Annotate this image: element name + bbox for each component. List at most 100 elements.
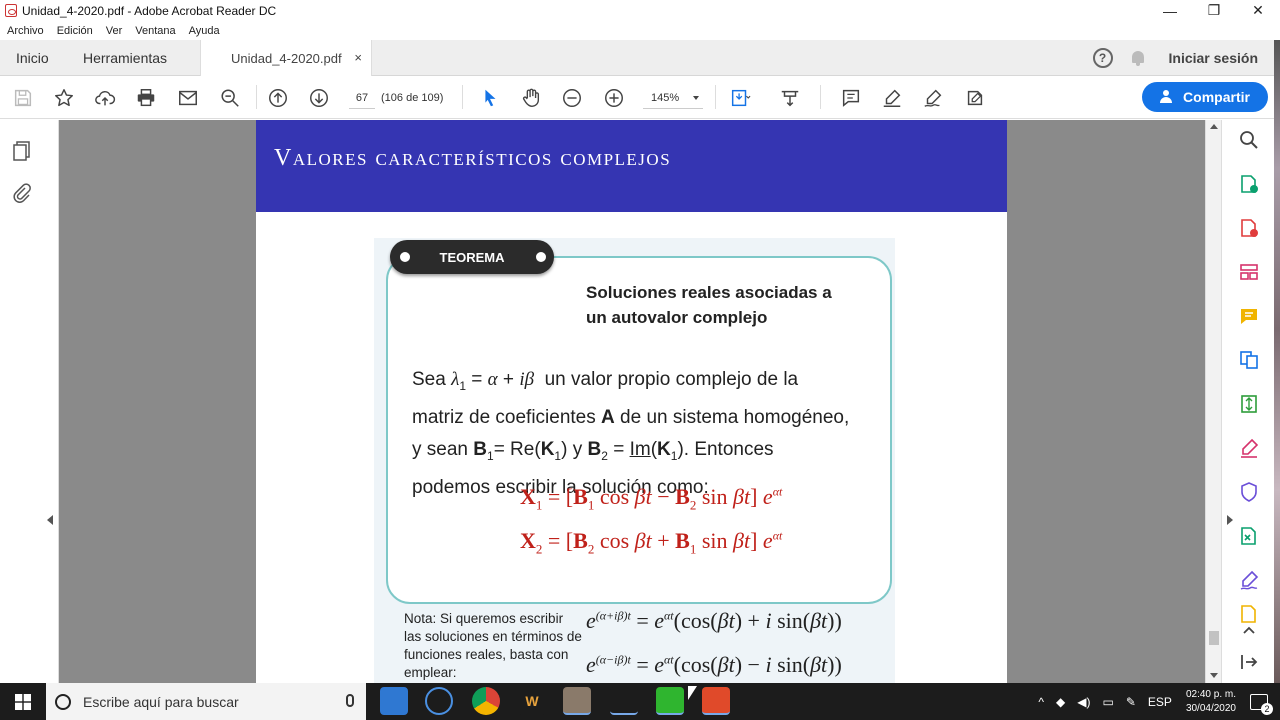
paint-app-icon[interactable]	[563, 687, 591, 715]
attachments-paperclip-icon[interactable]	[12, 182, 32, 204]
highlight-pen-icon[interactable]	[880, 86, 904, 110]
search-zoom-icon[interactable]	[218, 86, 242, 110]
microphone-icon[interactable]	[346, 694, 354, 707]
volume-icon[interactable]: ◀)	[1077, 695, 1090, 709]
create-pdf-icon[interactable]	[1239, 218, 1259, 238]
protect-shield-icon[interactable]	[1239, 482, 1259, 502]
print-icon[interactable]	[134, 86, 158, 110]
tab-document-label: Unidad_4-2020.pdf	[231, 50, 342, 66]
tab-tools[interactable]: Herramientas	[83, 40, 167, 76]
collapse-right-panel-icon[interactable]	[1227, 515, 1233, 525]
theorem-heading-line-1: Soluciones reales asociadas a	[586, 283, 832, 302]
help-icon[interactable]: ?	[1092, 48, 1113, 68]
right-tools-panel	[1221, 120, 1274, 683]
menu-archivo[interactable]: Archivo	[7, 25, 44, 37]
theorem-body: Sea λ1 = α + iβ un valor propio complejo…	[412, 364, 882, 504]
page-down-icon[interactable]	[307, 86, 331, 110]
tools-scroll-up-icon[interactable]	[1239, 620, 1259, 640]
fill-sign-tool-icon[interactable]	[1239, 438, 1259, 458]
organize-pages-icon[interactable]	[1239, 262, 1259, 282]
camtasia-green-icon[interactable]	[656, 687, 684, 715]
scroll-up-icon[interactable]	[1210, 124, 1218, 129]
maximize-button[interactable]: ❐	[1192, 0, 1236, 21]
chrome-app-icon[interactable]	[472, 687, 500, 715]
share-button[interactable]: Compartir	[1142, 82, 1268, 112]
close-button[interactable]: ✕	[1236, 0, 1280, 21]
scroll-mode-icon[interactable]	[778, 86, 802, 110]
page-up-icon[interactable]	[266, 86, 290, 110]
scroll-down-icon[interactable]	[1210, 673, 1218, 678]
theorem-heading: Soluciones reales asociadas a un autoval…	[586, 280, 886, 330]
fit-page-icon[interactable]	[728, 86, 752, 110]
add-person-icon	[1160, 90, 1176, 104]
menu-ventana[interactable]: Ventana	[135, 25, 175, 37]
mail-app-icon[interactable]	[380, 687, 408, 715]
zoom-in-icon[interactable]	[602, 86, 626, 110]
email-icon[interactable]	[176, 86, 200, 110]
slide-title: Valores característicos complejos	[274, 145, 672, 171]
pen-icon[interactable]: ✎	[1126, 695, 1136, 709]
upload-cloud-icon[interactable]	[93, 86, 117, 110]
tray-chevron-icon[interactable]: ^	[1038, 695, 1044, 709]
search-placeholder: Escribe aquí para buscar	[83, 693, 239, 710]
save-icon[interactable]	[11, 86, 35, 110]
mouse-cursor	[688, 686, 697, 700]
camtasia-red-icon[interactable]	[702, 687, 730, 715]
share-button-label: Compartir	[1183, 89, 1250, 105]
network-icon[interactable]: ▭	[1103, 695, 1114, 709]
export-to-excel-icon[interactable]	[1239, 526, 1259, 546]
acrobat-taskbar-icon[interactable]	[610, 687, 638, 715]
compress-pdf-icon[interactable]	[1239, 394, 1259, 414]
bookmark-star-icon[interactable]	[52, 86, 76, 110]
theorem-card: Soluciones reales asociadas a un autoval…	[374, 238, 895, 683]
vertical-scrollbar[interactable]	[1205, 120, 1221, 683]
menu-ayuda[interactable]: Ayuda	[189, 25, 220, 37]
tab-home[interactable]: Inicio	[16, 40, 49, 76]
language-indicator[interactable]: ESP	[1148, 695, 1172, 709]
settings-app-icon[interactable]	[425, 687, 453, 715]
windows-taskbar: Escribe aquí para buscar W ^ ◆ ◀) ▭ ✎ ES…	[0, 683, 1280, 720]
menu-bar: Archivo Edición Ver Ventana Ayuda	[0, 21, 1280, 40]
comment-tool-icon[interactable]	[1239, 306, 1259, 326]
tab-document[interactable]: Unidad_4-2020.pdf ×	[200, 40, 372, 76]
document-viewport[interactable]: Valores característicos complejos Soluci…	[59, 120, 1205, 683]
comment-icon[interactable]	[839, 86, 863, 110]
edit-pen-icon[interactable]	[1239, 570, 1259, 590]
theorem-line-2: matriz de coeficientes A de un sistema h…	[412, 407, 850, 429]
hand-tool-icon[interactable]	[519, 86, 543, 110]
windows-logo-icon	[15, 693, 31, 710]
search-tool-icon[interactable]	[1239, 130, 1259, 150]
signin-link[interactable]: Iniciar sesión	[1169, 50, 1258, 66]
notification-icon[interactable]: 2	[1250, 693, 1273, 715]
note-text: Nota: Si queremos escribir las solucione…	[404, 611, 582, 680]
select-cursor-icon[interactable]	[478, 86, 502, 110]
menu-edicion[interactable]: Edición	[57, 25, 93, 37]
page-number-input[interactable]: 67	[349, 87, 375, 109]
tab-bar: Inicio Herramientas Unidad_4-2020.pdf × …	[0, 40, 1280, 76]
clock[interactable]: 02:40 p. m. 30/04/2020	[1186, 688, 1236, 716]
minimize-button[interactable]: —	[1148, 0, 1192, 21]
acrobat-icon	[5, 4, 17, 17]
euler-formula-minus: e(α−iβ)t = eαt(cos(βt) − i sin(βt))	[586, 652, 842, 677]
draw-sign-icon[interactable]	[921, 86, 945, 110]
zoom-level-select[interactable]: 145%	[643, 87, 703, 109]
export-pdf-icon[interactable]	[1239, 174, 1259, 194]
window-title: Unidad_4-2020.pdf - Adobe Acrobat Reader…	[22, 3, 277, 18]
start-button[interactable]	[0, 683, 46, 720]
combine-files-icon[interactable]	[1239, 350, 1259, 370]
zoom-out-icon[interactable]	[560, 86, 584, 110]
euler-formula-plus: e(α+iβ)t = eαt(cos(βt) + i sin(βt))	[586, 608, 842, 633]
taskbar-search[interactable]: Escribe aquí para buscar	[46, 683, 366, 720]
bell-icon[interactable]	[1131, 50, 1145, 66]
menu-ver[interactable]: Ver	[106, 25, 123, 37]
scroll-thumb[interactable]	[1209, 631, 1219, 645]
chevron-down-icon	[693, 96, 699, 100]
tab-close-icon[interactable]: ×	[354, 50, 362, 65]
toolbar: 67 (106 de 109) 145% Compartir	[0, 76, 1280, 119]
page-thumbnails-icon[interactable]	[12, 140, 32, 162]
fill-sign-icon[interactable]	[963, 86, 987, 110]
expand-panel-icon[interactable]	[1239, 652, 1259, 672]
wxmaxima-app-icon[interactable]: W	[518, 687, 546, 715]
collapse-left-panel-icon[interactable]	[47, 515, 53, 525]
dropbox-icon[interactable]: ◆	[1056, 695, 1065, 709]
